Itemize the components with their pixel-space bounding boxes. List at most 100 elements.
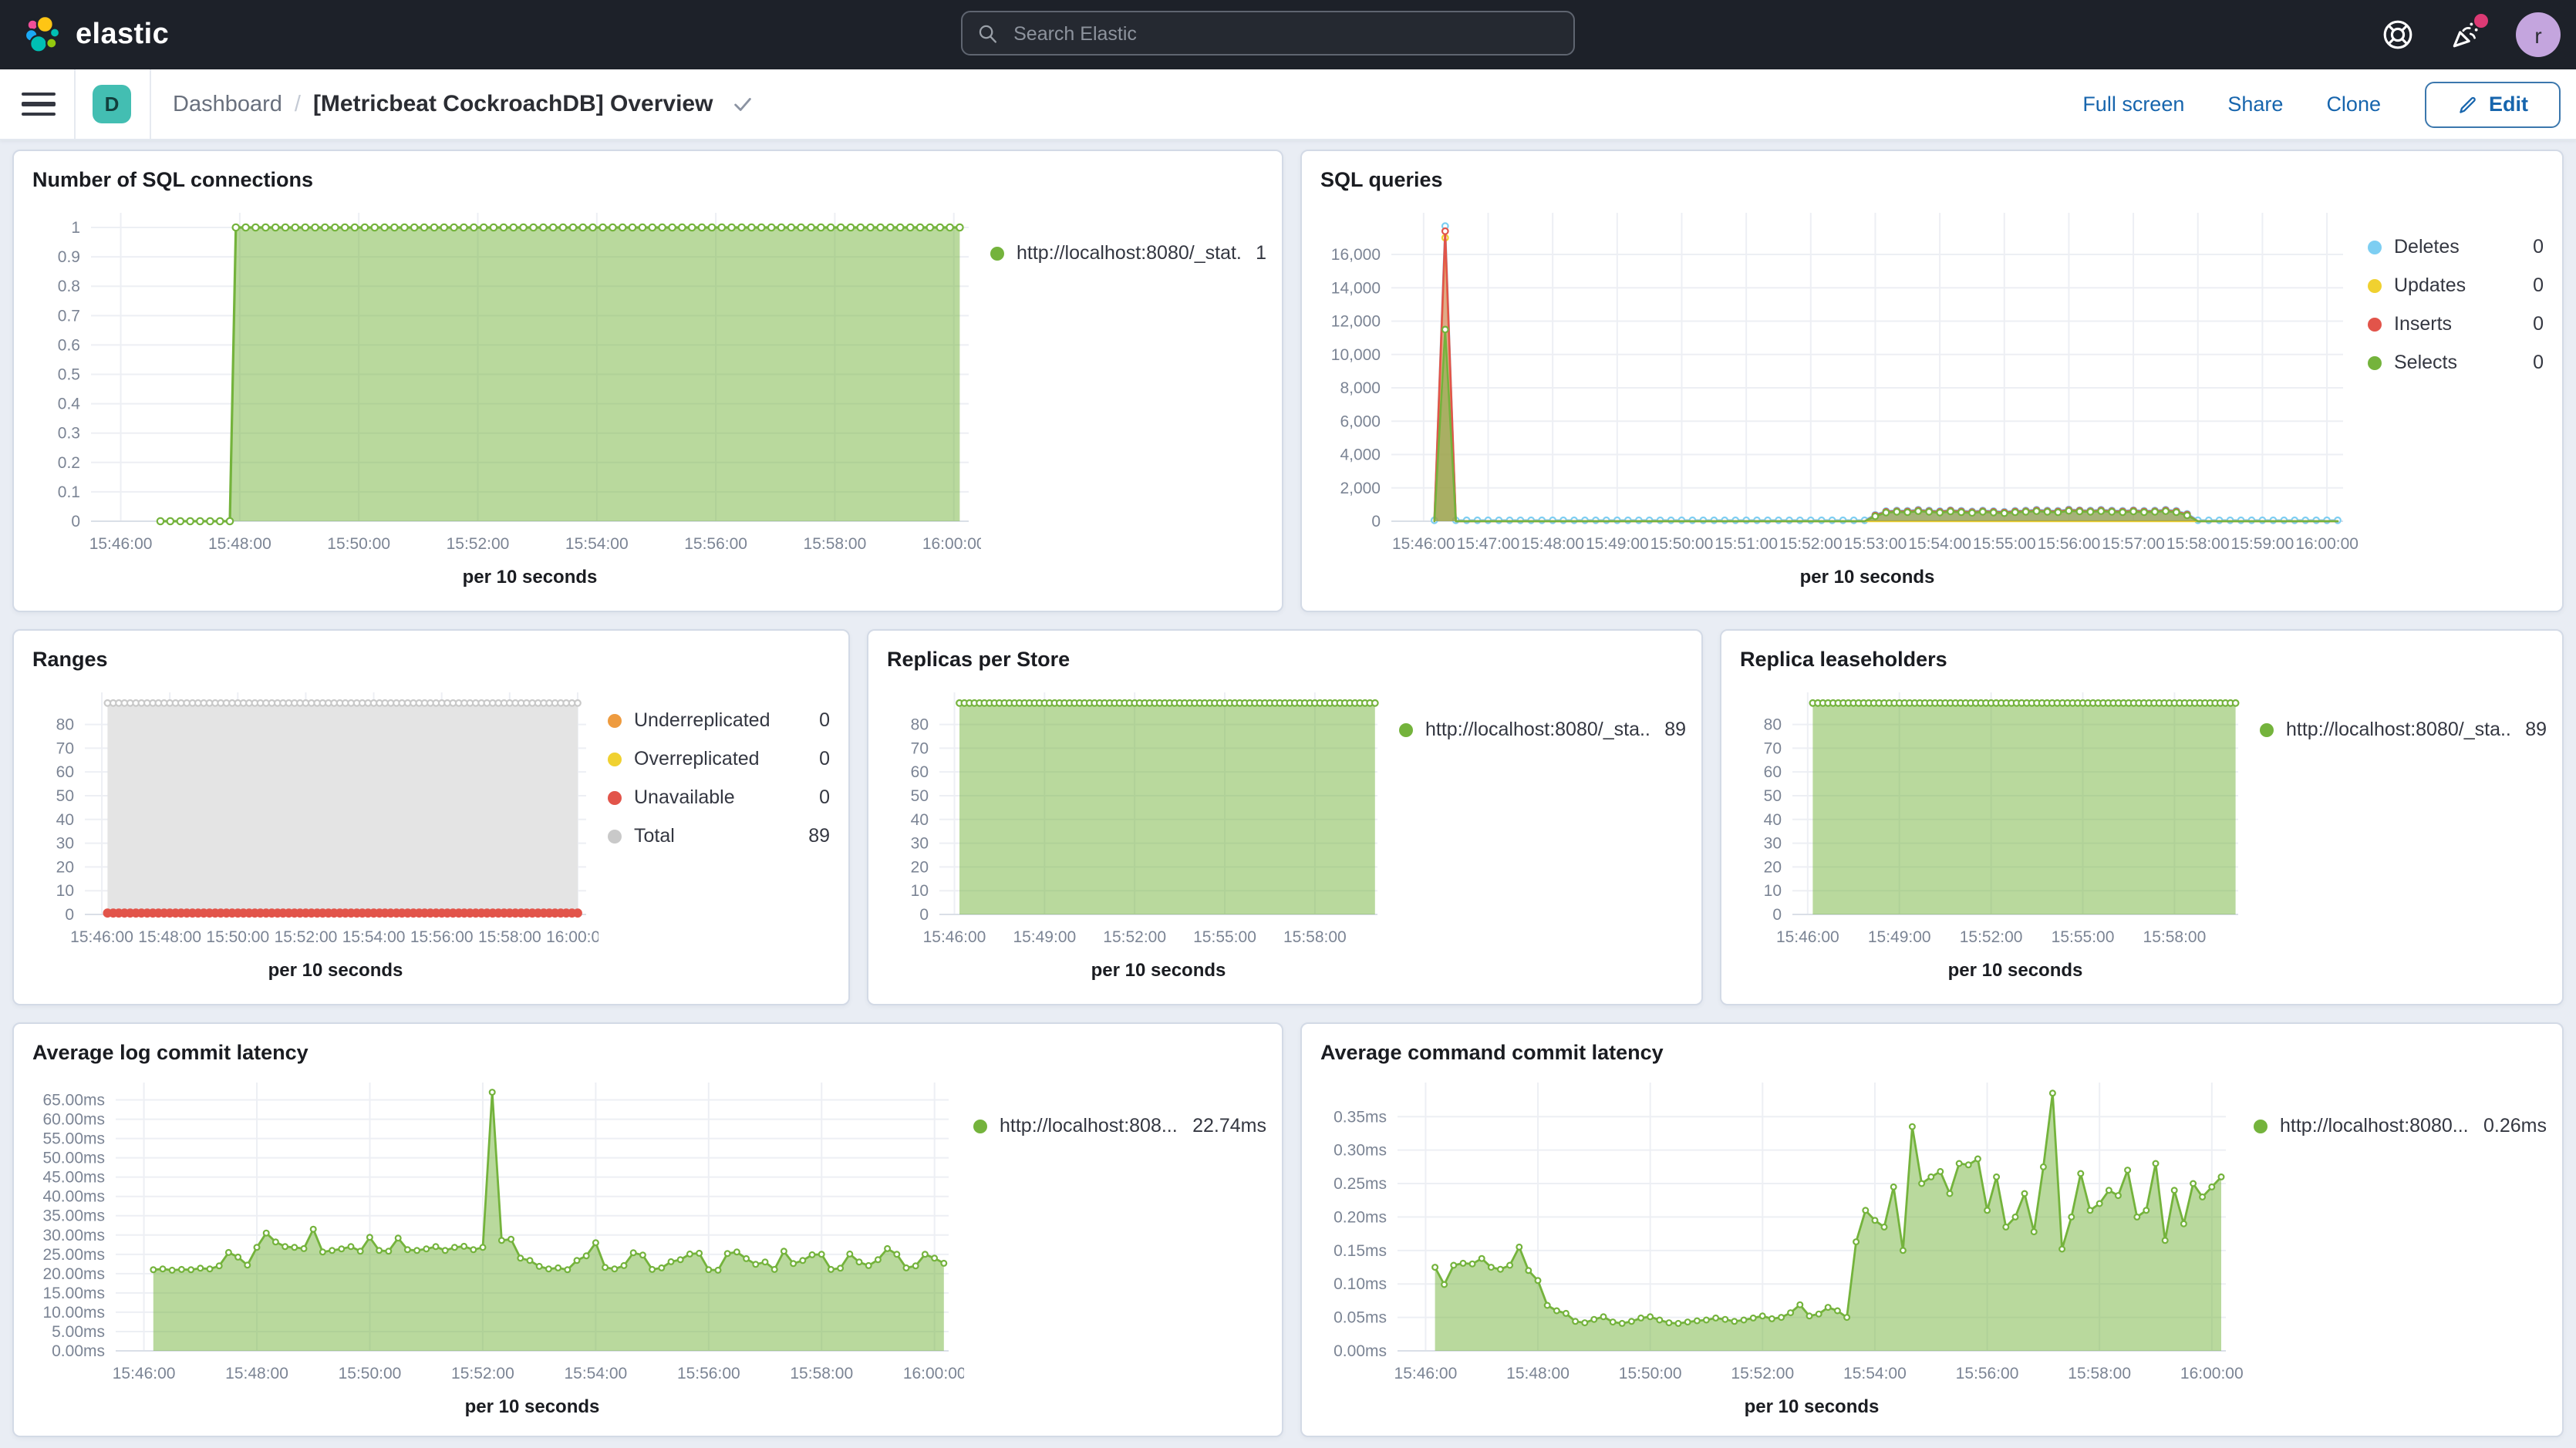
- svg-text:per 10 seconds: per 10 seconds: [1800, 567, 1935, 588]
- svg-text:40.00ms: 40.00ms: [42, 1188, 105, 1206]
- chart-legend: Deletes0Updates0Inserts0Selects0: [2359, 194, 2544, 373]
- legend-label: http://localhost:808...: [1000, 1116, 1177, 1137]
- edit-button[interactable]: Edit: [2424, 81, 2561, 127]
- legend-swatch-icon: [2368, 356, 2382, 370]
- chart-canvas[interactable]: 15:46:0015:49:0015:52:0015:55:0015:58:00…: [887, 674, 1390, 992]
- help-button[interactable]: [2380, 18, 2414, 52]
- chart-legend: http://localhost:8080/_stat...1: [981, 194, 1266, 264]
- svg-text:70: 70: [911, 739, 929, 757]
- svg-text:50: 50: [56, 787, 74, 805]
- legend-item[interactable]: Unavailable0: [608, 788, 830, 808]
- legend-item[interactable]: http://localhost:8080/_sta...89: [1399, 720, 1686, 740]
- legend-item[interactable]: Deletes0: [2368, 237, 2544, 258]
- space-badge[interactable]: D: [93, 85, 131, 123]
- full-screen-button[interactable]: Full screen: [2082, 93, 2184, 116]
- legend-item[interactable]: http://localhost:8080...0.26ms: [2254, 1116, 2547, 1137]
- legend-swatch-icon: [608, 714, 622, 728]
- svg-text:70: 70: [56, 739, 74, 757]
- legend-swatch-icon: [2368, 318, 2382, 332]
- legend-value: 89: [2510, 720, 2547, 740]
- chart-avg-command-commit-latency[interactable]: 15:46:0015:48:0015:50:0015:52:0015:54:00…: [1320, 1067, 2244, 1436]
- legend-value: 0.26ms: [2468, 1116, 2547, 1137]
- chart-canvas[interactable]: 15:46:0015:47:0015:48:0015:49:0015:50:00…: [1320, 194, 2359, 598]
- legend-label: http://localhost:8080/_stat...: [1017, 244, 1240, 264]
- title-check-button[interactable]: [731, 93, 754, 116]
- chart-canvas[interactable]: 15:46:0015:48:0015:50:0015:52:0015:54:00…: [32, 674, 598, 992]
- chart-replicas-per-store[interactable]: 15:46:0015:49:0015:52:0015:55:0015:58:00…: [887, 674, 1390, 999]
- legend-item[interactable]: Total89: [608, 827, 830, 847]
- share-button[interactable]: Share: [2227, 93, 2283, 116]
- svg-text:15:48:00: 15:48:00: [138, 928, 201, 946]
- svg-text:30: 30: [1764, 835, 1782, 853]
- svg-text:15:55:00: 15:55:00: [1973, 535, 2036, 553]
- legend-item[interactable]: http://localhost:8080/_sta...89: [2260, 720, 2547, 740]
- legend-item[interactable]: Overreplicated 0: [608, 749, 830, 769]
- chart-canvas[interactable]: 15:46:0015:49:0015:52:0015:55:0015:58:00…: [1740, 674, 2251, 992]
- chart-ranges[interactable]: 15:46:0015:48:0015:50:0015:52:0015:54:00…: [32, 674, 598, 999]
- svg-text:0.15ms: 0.15ms: [1334, 1242, 1387, 1260]
- svg-text:15:50:00: 15:50:00: [339, 1365, 402, 1382]
- svg-text:per 10 seconds: per 10 seconds: [465, 1396, 600, 1417]
- pencil-icon: [2456, 93, 2478, 115]
- global-search[interactable]: [961, 11, 1575, 56]
- svg-text:16:00:00: 16:00:00: [546, 928, 598, 946]
- app-window: elastic: [0, 0, 2576, 1448]
- chart-avg-log-commit-latency[interactable]: 15:46:0015:48:0015:50:0015:52:0015:54:00…: [32, 1067, 964, 1436]
- legend-item[interactable]: Underreplicated0: [608, 711, 830, 731]
- legend-item[interactable]: Updates0: [2368, 276, 2544, 296]
- panel-ranges: Ranges 15:46:0015:48:0015:50:0015:52:001…: [12, 629, 850, 1005]
- legend-item[interactable]: http://localhost:808...22.74ms: [973, 1116, 1266, 1137]
- svg-text:30: 30: [911, 835, 929, 853]
- panel-replicas-per-store: Replicas per Store 15:46:0015:49:0015:52…: [867, 629, 1703, 1005]
- hamburger-menu-button[interactable]: [22, 87, 56, 121]
- elastic-logo[interactable]: elastic: [0, 14, 169, 56]
- svg-text:20: 20: [911, 858, 929, 876]
- svg-text:15:55:00: 15:55:00: [2052, 928, 2115, 946]
- elastic-logo-icon: [22, 14, 63, 56]
- svg-text:1: 1: [71, 219, 80, 237]
- legend-item[interactable]: Inserts0: [2368, 315, 2544, 335]
- svg-text:70: 70: [1764, 739, 1782, 757]
- panel-title: Ranges: [32, 646, 830, 674]
- svg-text:30: 30: [56, 835, 74, 853]
- search-input[interactable]: [1010, 21, 1558, 45]
- svg-text:15:48:00: 15:48:00: [1506, 1365, 1570, 1382]
- svg-text:15:46:00: 15:46:00: [113, 1365, 176, 1382]
- panel-title: Number of SQL connections: [32, 167, 1263, 194]
- clone-button[interactable]: Clone: [2326, 93, 2381, 116]
- legend-item[interactable]: Selects0: [2368, 353, 2544, 373]
- chart-sql-connections[interactable]: 15:46:0015:48:0015:50:0015:52:0015:54:00…: [32, 194, 981, 606]
- svg-text:per 10 seconds: per 10 seconds: [1091, 960, 1226, 981]
- panel-sql-queries: SQL queries 15:46:0015:47:0015:48:0015:4…: [1300, 150, 2564, 612]
- chart-canvas[interactable]: 15:46:0015:48:0015:50:0015:52:0015:54:00…: [32, 1067, 964, 1428]
- legend-value: 0: [804, 711, 830, 731]
- legend-item[interactable]: http://localhost:8080/_stat...1: [990, 244, 1266, 264]
- legend-value: 0: [2517, 276, 2544, 296]
- chart-canvas[interactable]: 15:46:0015:48:0015:50:0015:52:0015:54:00…: [32, 194, 981, 598]
- svg-text:15:47:00: 15:47:00: [1457, 535, 1520, 553]
- search-icon: [978, 22, 998, 44]
- svg-text:15:55:00: 15:55:00: [1193, 928, 1256, 946]
- user-avatar[interactable]: r: [2516, 12, 2561, 57]
- svg-text:15:48:00: 15:48:00: [1521, 535, 1584, 553]
- svg-text:15:59:00: 15:59:00: [2231, 535, 2294, 553]
- chart-sql-queries[interactable]: 15:46:0015:47:0015:48:0015:49:0015:50:00…: [1320, 194, 2359, 606]
- svg-text:0: 0: [919, 906, 929, 924]
- legend-swatch-icon: [2254, 1120, 2267, 1133]
- chart-canvas[interactable]: 15:46:0015:48:0015:50:0015:52:0015:54:00…: [1320, 1067, 2244, 1428]
- legend-label: Inserts: [2394, 315, 2452, 335]
- svg-text:6,000: 6,000: [1340, 413, 1381, 430]
- svg-text:80: 80: [56, 716, 74, 734]
- global-header: elastic: [0, 0, 2576, 69]
- svg-text:15:46:00: 15:46:00: [1394, 1365, 1458, 1382]
- chart-replica-leaseholders[interactable]: 15:46:0015:49:0015:52:0015:55:0015:58:00…: [1740, 674, 2251, 999]
- svg-text:5.00ms: 5.00ms: [52, 1323, 105, 1341]
- svg-text:15:48:00: 15:48:00: [225, 1365, 288, 1382]
- legend-label: Overreplicated: [634, 749, 760, 769]
- news-button[interactable]: [2448, 18, 2482, 52]
- svg-text:0: 0: [1371, 513, 1381, 530]
- page-title: [Metricbeat CockroachDB] Overview: [313, 91, 713, 117]
- breadcrumb-dashboard-link[interactable]: Dashboard: [173, 92, 282, 116]
- svg-text:per 10 seconds: per 10 seconds: [268, 960, 403, 981]
- legend-value: 0: [804, 749, 830, 769]
